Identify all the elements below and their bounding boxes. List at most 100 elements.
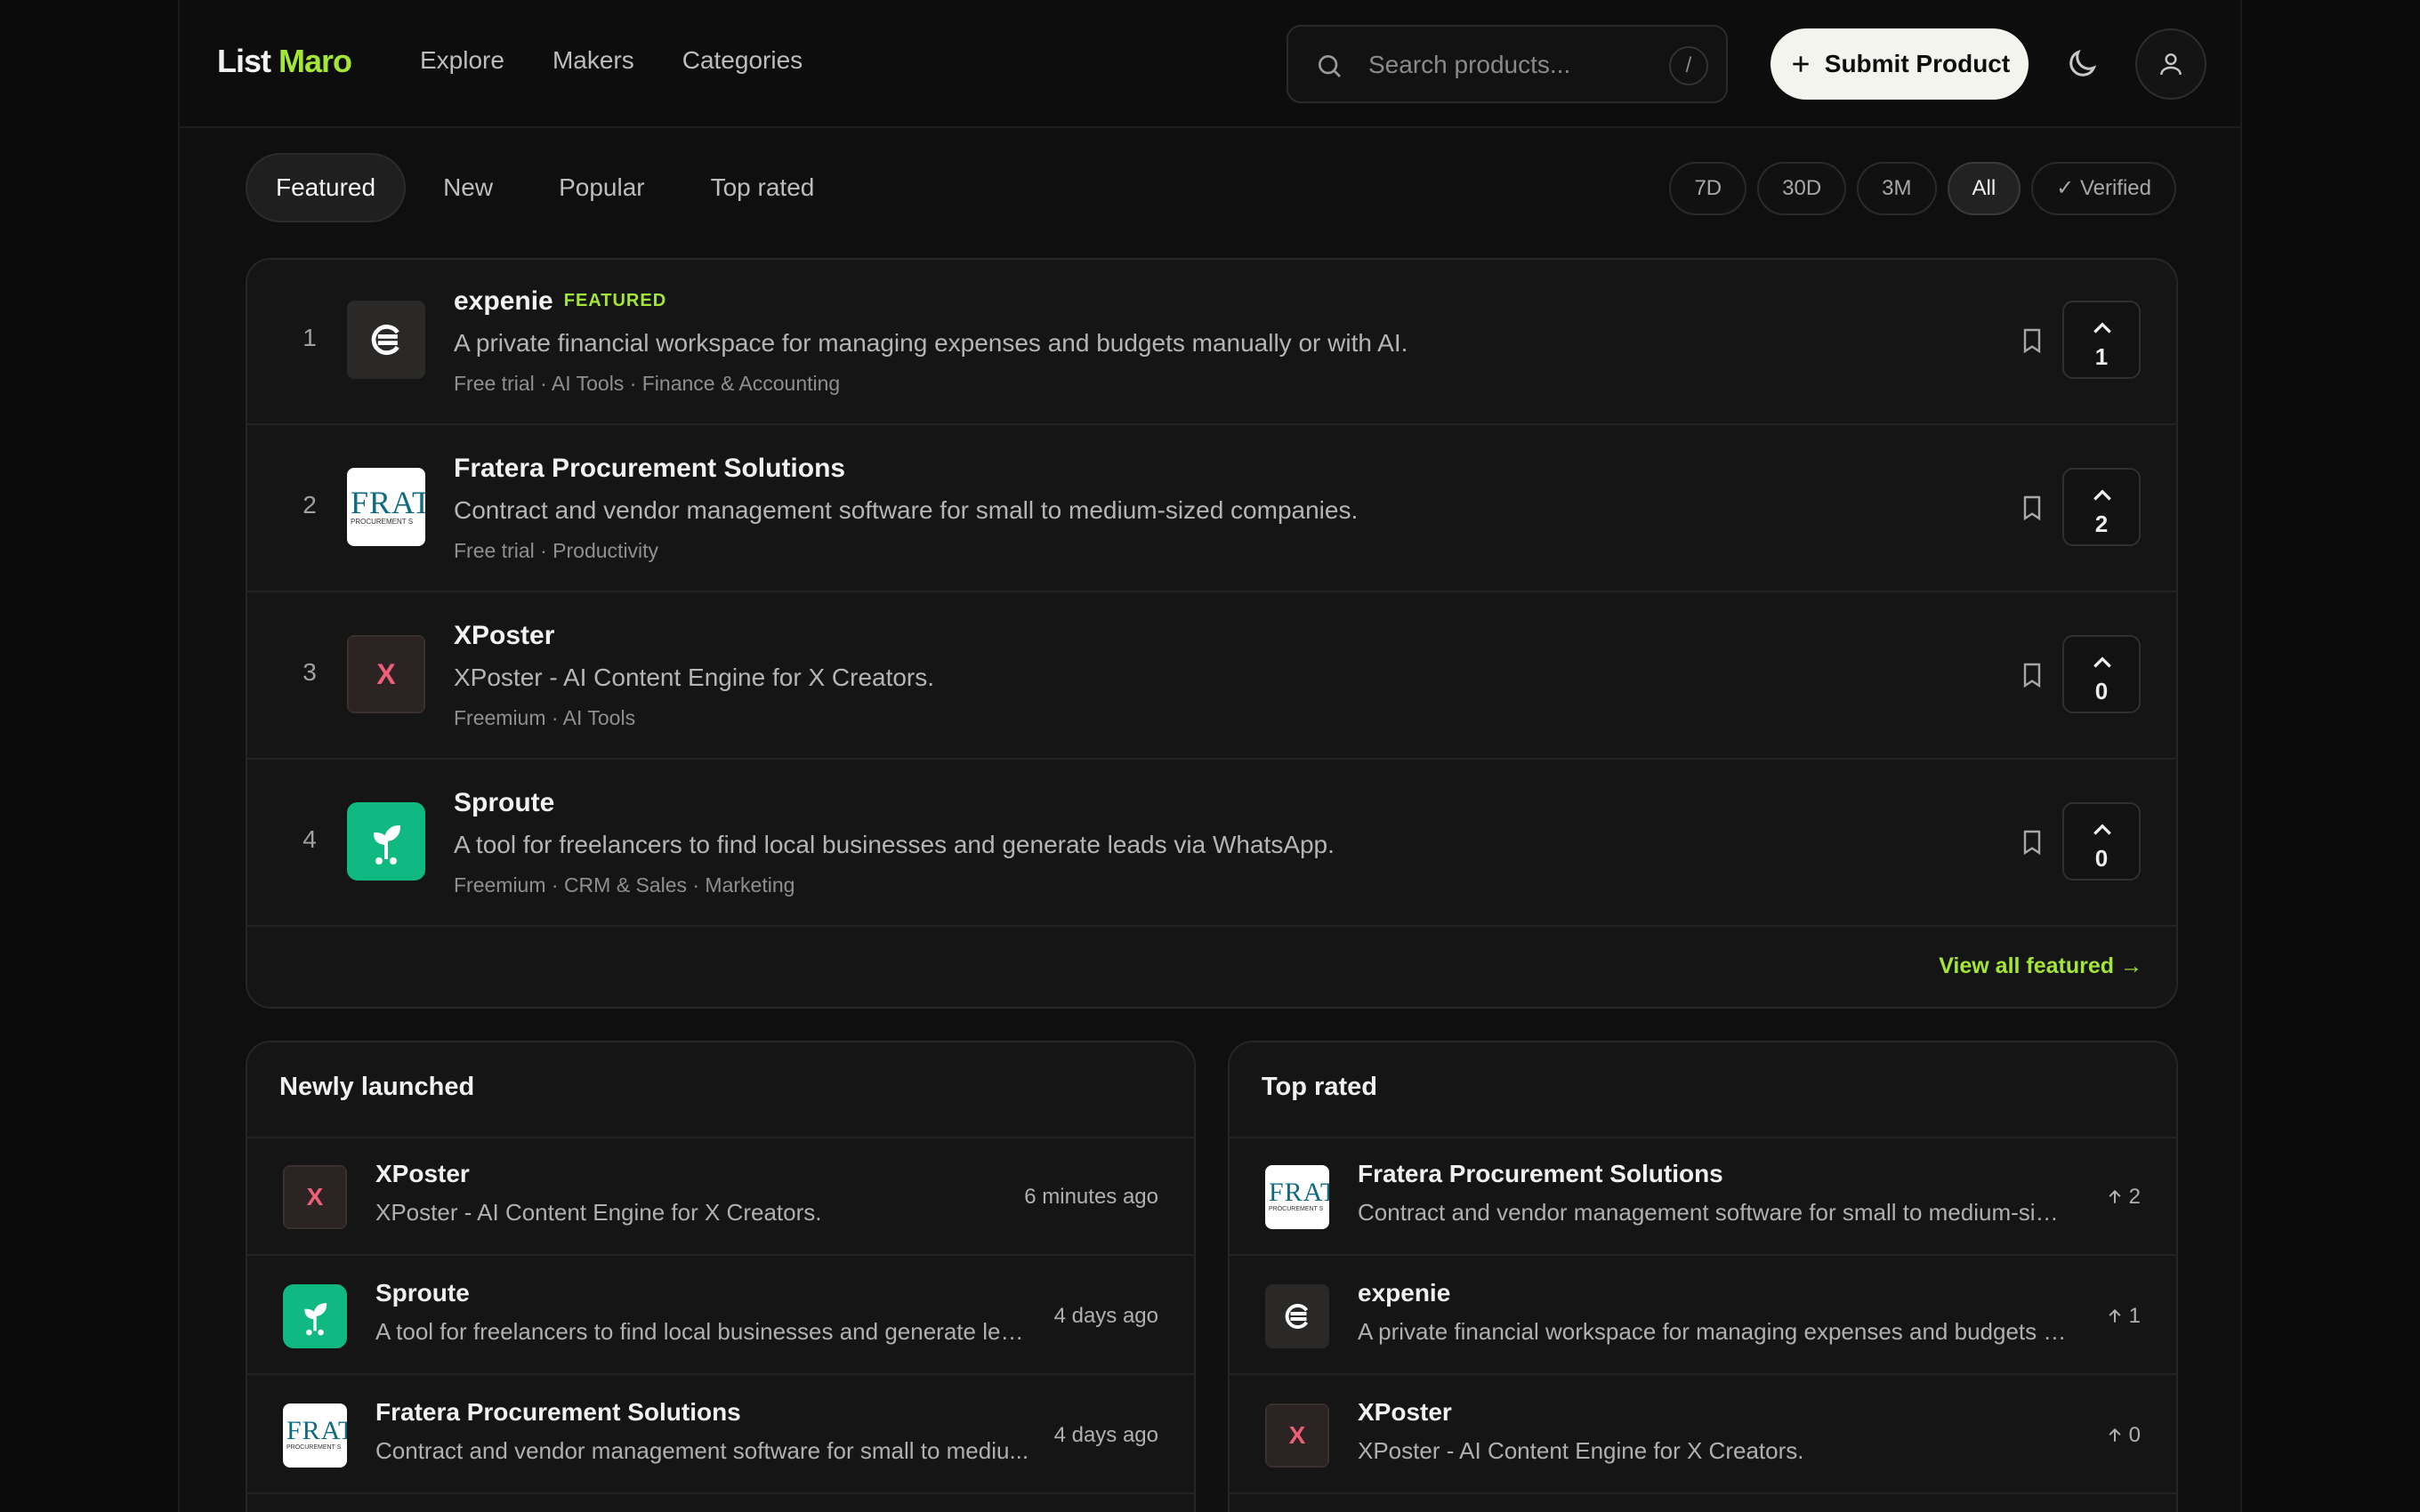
product-name[interactable]: expenie FEATURED [454,286,666,317]
product-logo-expenie [1265,1284,1329,1348]
nav-categories[interactable]: Categories [682,46,803,75]
upvote-count: 1 [2094,343,2109,370]
fratera-logo-subtext: PROCUREMENT S [1269,1206,1324,1212]
rank-number: 2 [302,491,317,519]
nav-makers[interactable]: Makers [553,46,634,75]
search-input[interactable] [1368,44,1653,85]
tab-popular[interactable]: Popular [530,153,674,222]
product-name[interactable]: Sproute [454,788,554,818]
product-name[interactable]: XPoster [454,621,554,651]
featured-row[interactable]: 2 FRATE PROCUREMENT S Fratera Procuremen… [247,427,2176,592]
logo-text-list: List [217,43,271,79]
site-logo[interactable]: List Maro [217,43,352,80]
product-tags: Free trial · AI Tools · Finance & Accoun… [454,372,841,395]
xposter-logo-text: X [1265,1403,1329,1468]
plus-icon [1793,56,1809,72]
arrow-up-icon [2109,1308,2121,1323]
fratera-logo-text: FRATE [1269,1178,1329,1207]
verified-filter[interactable]: ✓ Verified [2031,162,2176,215]
launch-time: 4 days ago [1053,1304,1158,1328]
range-all[interactable]: All [1947,162,2021,215]
bookmark-icon [2023,830,2041,856]
submit-product-button[interactable]: Submit Product [1771,28,2029,100]
product-tags: Free trial · Productivity [454,539,659,562]
bookmark-button[interactable] [2018,326,2046,360]
moon-icon [2069,49,2097,76]
product-name[interactable]: Fratera Procurement Solutions [454,454,845,484]
product-description: A private financial workspace for managi… [454,329,1408,357]
user-menu-button[interactable] [2135,28,2206,100]
list-item[interactable]: expenie A private financial workspace fo… [1230,1258,2176,1375]
expenie-logo-icon [1285,1304,1309,1329]
upvote-count: 0 [2094,845,2109,872]
theme-toggle-button[interactable] [2064,46,2100,86]
product-logo-sproute [347,802,425,881]
featured-list: 1 expenie FEATURED A private financial wo… [246,258,2178,1009]
featured-row[interactable]: 3 X XPoster XPoster - AI Content Engine … [247,594,2176,760]
time-range-filters: 7D 30D 3M All ✓ Verified [1669,162,2176,215]
rank-number: 4 [302,825,317,853]
expenie-logo-icon [371,325,399,355]
vote-count: 1 [2106,1304,2141,1329]
product-description: XPoster - AI Content Engine for X Creato… [375,1199,822,1226]
product-name-text: expenie [454,286,553,316]
upvote-button[interactable]: 1 [2062,301,2141,379]
range-7d[interactable]: 7D [1669,162,1747,215]
sprout-icon [304,1303,327,1336]
product-description: XPoster - AI Content Engine for X Creato… [1358,1437,1804,1464]
bookmark-button[interactable] [2018,660,2046,695]
launch-time: 6 minutes ago [1024,1185,1158,1209]
upvote-button[interactable]: 0 [2062,802,2141,881]
range-30d[interactable]: 30D [1757,162,1847,215]
vote-count: 2 [2106,1185,2141,1210]
nav-explore[interactable]: Explore [420,46,504,75]
featured-row[interactable]: 1 expenie FEATURED A private financial wo… [247,260,2176,425]
product-logo-xposter: X [347,635,425,713]
upvote-button[interactable]: 2 [2062,468,2141,546]
product-description: A tool for freelancers to find local bus… [454,831,1335,858]
upvote-count: 0 [2094,678,2109,704]
launch-time: 4 days ago [1053,1423,1158,1447]
vote-count-value: 0 [2128,1423,2141,1447]
page-frame: List Maro Explore Makers Categories / Su… [178,0,2242,1512]
chevron-up-icon [2093,824,2111,835]
upvote-button[interactable]: 0 [2062,635,2141,713]
chevron-up-icon [2093,322,2111,334]
range-3m[interactable]: 3M [1857,162,1937,215]
tab-top-rated[interactable]: Top rated [682,153,843,222]
tab-featured[interactable]: Featured [246,153,407,222]
product-name-text: Fratera Procurement Solutions [454,454,846,483]
sprout-icon [373,824,401,865]
top-header: List Maro Explore Makers Categories / Su… [180,0,2240,128]
view-all-featured-link[interactable]: View all featured → [1939,953,2142,979]
product-logo-xposter: X [283,1165,347,1229]
bookmark-icon [2023,328,2041,354]
product-logo-fratera: FRATE PROCUREMENT S [283,1403,347,1468]
main-nav: Explore Makers Categories [420,46,851,75]
logo-text-maro: Maro [278,43,352,79]
fratera-logo-text: FRATE [351,485,425,520]
featured-badge: FEATURED [563,291,667,310]
list-item[interactable]: X XPoster XPoster - AI Content Engine fo… [247,1138,1194,1256]
newly-launched-panel: Newly launched X XPoster XPoster - AI Co… [246,1041,1196,1512]
list-item[interactable]: X XPoster XPoster - AI Content Engine fo… [1230,1377,2176,1494]
product-name: expenie [1358,1279,1451,1307]
bookmark-button[interactable] [2018,827,2046,862]
search-box[interactable]: / [1287,25,1728,103]
product-name: Fratera Procurement Solutions [1358,1160,1723,1187]
arrow-up-icon [2109,1189,2121,1203]
product-tags: Freemium · AI Tools [454,706,636,729]
vote-count-value: 2 [2128,1185,2141,1209]
product-tags: Freemium · CRM & Sales · Marketing [454,873,795,897]
featured-row[interactable]: 4 Sproute A tool for freelancers to find… [247,761,2176,927]
list-item[interactable]: FRATE PROCUREMENT S Fratera Procurement … [247,1377,1194,1494]
user-icon [2160,53,2182,76]
product-description: Contract and vendor management software … [454,496,1359,524]
vote-count: 0 [2106,1423,2141,1448]
product-name-text: Sproute [454,788,555,817]
list-item[interactable]: Sproute A tool for freelancers to find l… [247,1258,1194,1375]
top-rated-panel: Top rated FRATE PROCUREMENT S Fratera Pr… [1228,1041,2178,1512]
tab-new[interactable]: New [415,153,521,222]
bookmark-button[interactable] [2018,493,2046,527]
list-item[interactable]: FRATE PROCUREMENT S Fratera Procurement … [1230,1138,2176,1256]
